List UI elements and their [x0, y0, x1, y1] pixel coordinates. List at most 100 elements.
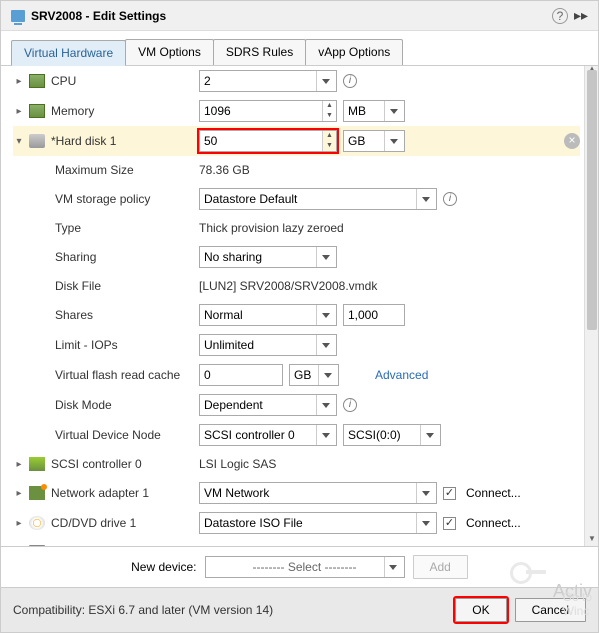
chevron-down-icon — [416, 483, 434, 503]
spin-down[interactable]: ▼ — [323, 111, 336, 121]
cdrom-connect-checkbox[interactable] — [443, 517, 456, 530]
info-icon[interactable]: i — [443, 192, 457, 206]
compatibility-text: Compatibility: ESXi 6.7 and later (VM ve… — [13, 603, 455, 617]
cpu-value: 2 — [204, 74, 211, 88]
chevron-down-icon — [384, 557, 402, 577]
scrollbar-thumb[interactable] — [587, 70, 597, 330]
sharing-select[interactable]: No sharing — [199, 246, 337, 268]
cancel-button[interactable]: Cancel — [515, 598, 586, 622]
disk-label: *Hard disk 1 — [51, 134, 116, 148]
connect-label: Connect... — [466, 486, 521, 500]
cdrom-select[interactable]: Datastore ISO File — [199, 512, 437, 534]
edit-settings-dialog: SRV2008 - Edit Settings ? ▸▸ Virtual Har… — [0, 0, 599, 633]
dialog-title: SRV2008 - Edit Settings — [31, 9, 552, 23]
cd-icon — [29, 516, 45, 530]
memory-spinner[interactable]: ▲▼ — [199, 100, 337, 122]
memory-input[interactable] — [200, 101, 322, 121]
new-device-bar: New device: -------- Select -------- Add — [1, 546, 598, 587]
disk-mode-select[interactable]: Dependent — [199, 394, 337, 416]
row-limit-iops: Limit - IOPs Unlimited — [13, 330, 580, 360]
shares-number-input[interactable] — [343, 304, 405, 326]
info-icon[interactable]: i — [343, 398, 357, 412]
expand-icon[interactable]: ▸▸ — [574, 7, 588, 24]
scrollbar[interactable]: ▲ ▼ — [584, 66, 598, 546]
memory-unit-select[interactable]: MB — [343, 100, 405, 122]
disk-unit: GB — [348, 134, 365, 148]
limit-select[interactable]: Unlimited — [199, 334, 337, 356]
ok-button[interactable]: OK — [455, 598, 506, 622]
vm-icon — [11, 10, 25, 22]
new-device-label: New device: — [131, 560, 196, 574]
row-disk-mode: Disk Mode Dependent i — [13, 390, 580, 420]
row-shares: Shares Normal — [13, 300, 580, 330]
disk-file-value: [LUN2] SRV2008/SRV2008.vmdk — [199, 277, 377, 295]
spin-down[interactable]: ▼ — [323, 141, 336, 151]
hardware-list: ▸ CPU 2 i ▸ Memory — [1, 66, 584, 546]
info-icon[interactable]: i — [343, 74, 357, 88]
cpu-icon — [29, 74, 45, 88]
row-network: ▸ Network adapter 1 VM Network Connect..… — [13, 478, 580, 508]
scsi-value: LSI Logic SAS — [199, 455, 276, 473]
type-value: Thick provision lazy zeroed — [199, 219, 344, 237]
max-size-value: 78.36 GB — [199, 161, 250, 179]
spin-up[interactable]: ▲ — [323, 101, 336, 111]
row-max-size: Maximum Size 78.36 GB — [13, 156, 580, 184]
flash-value-input[interactable] — [199, 364, 283, 386]
row-hard-disk: ▾ *Hard disk 1 ▲▼ GB × — [13, 126, 580, 156]
chevron-down-icon — [384, 101, 402, 121]
disk-size-spinner[interactable]: ▲▼ — [199, 130, 337, 152]
storage-policy-select[interactable]: Datastore Default — [199, 188, 437, 210]
row-scsi: ▸ SCSI controller 0 LSI Logic SAS — [13, 450, 580, 478]
expand-toggle[interactable]: ▸ — [13, 106, 25, 117]
memory-label: Memory — [51, 104, 94, 118]
tab-vm-options[interactable]: VM Options — [125, 39, 214, 65]
network-icon — [29, 486, 45, 500]
add-button: Add — [413, 555, 468, 579]
chevron-down-icon — [316, 395, 334, 415]
node-controller-select[interactable]: SCSI controller 0 — [199, 424, 337, 446]
network-select[interactable]: VM Network — [199, 482, 437, 504]
row-cpu: ▸ CPU 2 i — [13, 66, 580, 96]
disk-size-input[interactable] — [200, 131, 322, 151]
cpu-label: CPU — [51, 74, 76, 88]
chevron-down-icon — [316, 425, 334, 445]
scroll-down-icon[interactable]: ▼ — [587, 534, 597, 544]
new-device-select[interactable]: -------- Select -------- — [205, 556, 405, 578]
row-flash-cache: Virtual flash read cache GB Advanced — [13, 360, 580, 390]
chevron-down-icon — [318, 365, 336, 385]
chevron-down-icon — [316, 305, 334, 325]
row-type: Type Thick provision lazy zeroed — [13, 214, 580, 242]
spin-up[interactable]: ▲ — [323, 131, 336, 141]
chevron-down-icon — [316, 71, 334, 91]
chevron-down-icon — [316, 247, 334, 267]
expand-toggle[interactable]: ▸ — [13, 76, 25, 87]
tab-vapp-options[interactable]: vApp Options — [305, 39, 403, 65]
row-memory: ▸ Memory ▲▼ MB — [13, 96, 580, 126]
help-icon[interactable]: ? — [552, 8, 568, 24]
row-storage-policy: VM storage policy Datastore Default i — [13, 184, 580, 214]
disk-icon — [29, 134, 45, 148]
disk-unit-select[interactable]: GB — [343, 130, 405, 152]
remove-disk-button[interactable]: × — [564, 133, 580, 149]
connect-label: Connect... — [466, 516, 521, 530]
cpu-select[interactable]: 2 — [199, 70, 337, 92]
collapse-toggle[interactable]: ▾ — [13, 136, 25, 147]
expand-toggle[interactable]: ▸ — [13, 459, 25, 470]
network-connect-checkbox[interactable] — [443, 487, 456, 500]
flash-unit-select[interactable]: GB — [289, 364, 339, 386]
node-slot-select[interactable]: SCSI(0:0) — [343, 424, 441, 446]
tab-virtual-hardware[interactable]: Virtual Hardware — [11, 40, 126, 66]
titlebar: SRV2008 - Edit Settings ? ▸▸ — [1, 1, 598, 31]
shares-select[interactable]: Normal — [199, 304, 337, 326]
memory-unit: MB — [348, 104, 366, 118]
row-sharing: Sharing No sharing — [13, 242, 580, 272]
key-icon — [510, 562, 550, 582]
chevron-down-icon — [416, 189, 434, 209]
row-usb: ▸ USB controller USB 2.0 — [13, 538, 580, 546]
tabs: Virtual Hardware VM Options SDRS Rules v… — [1, 31, 598, 66]
advanced-link[interactable]: Advanced — [375, 368, 428, 382]
memory-icon — [29, 104, 45, 118]
tab-sdrs-rules[interactable]: SDRS Rules — [213, 39, 306, 65]
expand-toggle[interactable]: ▸ — [13, 518, 25, 529]
expand-toggle[interactable]: ▸ — [13, 488, 25, 499]
